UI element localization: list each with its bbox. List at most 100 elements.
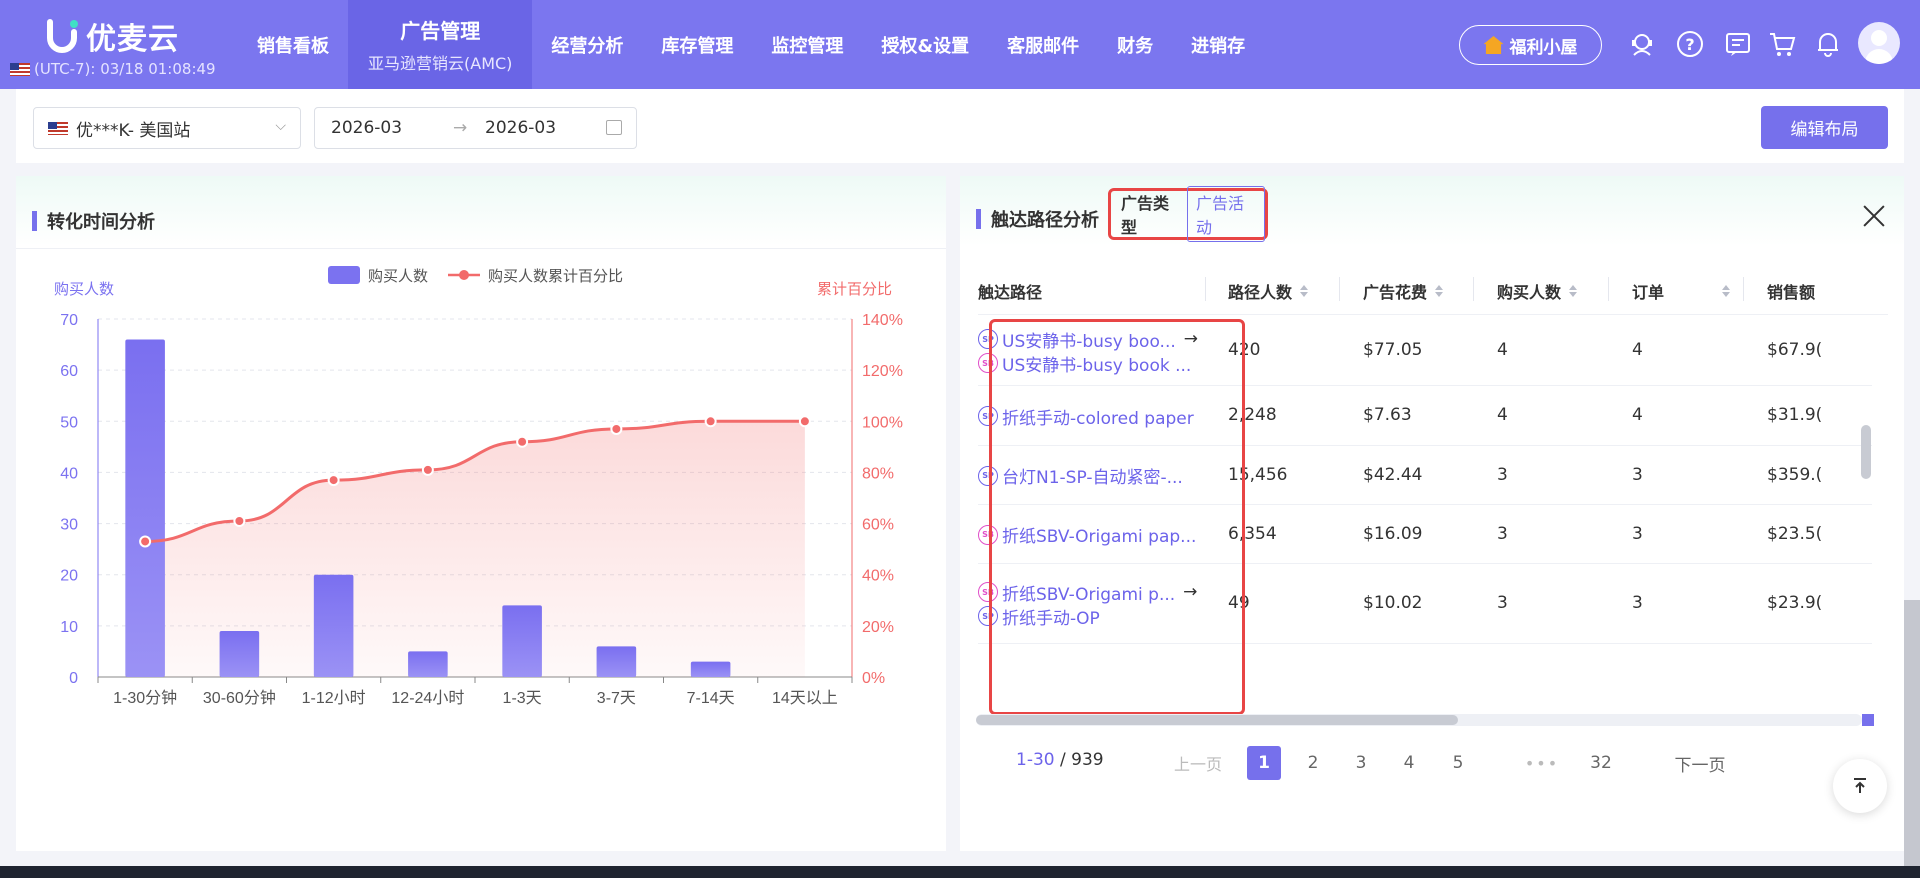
close-icon[interactable]: [1862, 204, 1886, 228]
y-tick-label: 10: [60, 619, 78, 636]
scroll-thumb[interactable]: [1861, 425, 1871, 479]
filter-bar: 优***K- 美国站 ⌵ 2026-03 → 2026-03 编辑布局: [16, 89, 1904, 163]
store-select[interactable]: 优***K- 美国站 ⌵: [33, 107, 301, 149]
prev-page-button[interactable]: 上一页: [1168, 746, 1228, 780]
nav-purchase-sales-stock[interactable]: 进销存: [1172, 0, 1264, 89]
page-scrollbar[interactable]: [1904, 600, 1920, 866]
toggle-ad-campaign[interactable]: 广告活动: [1187, 186, 1265, 242]
timezone-clock: (UTC-7): 03/18 01:08:49: [10, 60, 216, 78]
help-icon[interactable]: ?: [1676, 30, 1704, 58]
cell-buyers: 4: [1497, 340, 1508, 360]
nav-sales-dashboard[interactable]: 销售看板: [238, 0, 348, 89]
us-flag-icon: [48, 121, 68, 135]
cart-icon[interactable]: [1768, 30, 1796, 58]
cell-orders: 4: [1632, 405, 1643, 425]
nav-inventory[interactable]: 库存管理: [642, 0, 752, 89]
bar-6: [690, 661, 731, 677]
conversion-time-chart: 0 10 20 30 40 50 60 70 0% 20% 40% 60% 80% 100% 120% 140…: [54, 266, 903, 707]
y2-tick-label: 120%: [862, 363, 903, 380]
x-tick-label: 12-24小时: [391, 689, 464, 707]
message-icon[interactable]: [1724, 30, 1752, 58]
welfare-label: 福利小屋: [1509, 37, 1578, 58]
welfare-house-button[interactable]: 福利小屋: [1459, 25, 1602, 65]
nav-label: 经营分析: [551, 35, 624, 57]
brand-name: 优麦云: [86, 22, 179, 57]
x-tick-label: 1-30分钟: [113, 689, 177, 707]
toggle-ad-type[interactable]: 广告类型: [1121, 190, 1181, 238]
line-point-6: [704, 415, 717, 428]
y-tick-label: 40: [60, 465, 78, 482]
col-divider: [1339, 277, 1340, 301]
cell-sales: $31.9(: [1767, 405, 1823, 425]
back-to-top-button[interactable]: [1833, 759, 1887, 813]
cell-spend: $77.05: [1363, 340, 1423, 360]
sort-icon[interactable]: [1300, 285, 1309, 297]
horizontal-scrollbar[interactable]: [976, 714, 1862, 726]
col-divider: [1205, 277, 1206, 301]
x-tick-label: 7-14天: [687, 690, 735, 707]
sort-icon[interactable]: [1435, 285, 1444, 297]
nav-label: 库存管理: [661, 35, 734, 57]
scroll-thumb[interactable]: [976, 715, 1458, 725]
date-range-picker[interactable]: 2026-03 → 2026-03: [314, 107, 637, 149]
col-label: 订单: [1632, 283, 1665, 302]
cell-orders: 3: [1632, 464, 1643, 485]
page-4[interactable]: 4: [1392, 746, 1426, 780]
col-buyers[interactable]: 购买人数: [1497, 279, 1578, 303]
sort-icon[interactable]: [1569, 285, 1578, 297]
y2-tick-label: 20%: [862, 619, 894, 636]
nav-sublabel: 亚马逊营销云(AMC): [368, 54, 513, 73]
line-point-1: [233, 515, 246, 528]
title-accent-bar: [976, 209, 981, 229]
col-divider: [1608, 277, 1609, 301]
timezone-text: (UTC-7): 03/18 01:08:49: [34, 60, 216, 78]
bar-5: [596, 646, 637, 677]
edit-layout-button[interactable]: 编辑布局: [1761, 106, 1888, 149]
col-sales[interactable]: 销售额: [1767, 279, 1815, 303]
nav-ad-management[interactable]: 广告管理 亚马逊营销云(AMC): [348, 0, 533, 89]
dimension-toggle: 广告类型 广告活动: [1108, 186, 1268, 242]
col-path-people[interactable]: 路径人数: [1228, 279, 1309, 303]
sort-icon[interactable]: [1722, 285, 1731, 297]
main-nav: 销售看板 广告管理 亚马逊营销云(AMC) 经营分析 库存管理 监控管理 授权&…: [238, 0, 1264, 89]
cell-sales: $23.5(: [1767, 523, 1823, 544]
y2-tick-label: 0%: [862, 670, 885, 687]
cell-sales: $23.9(: [1767, 593, 1823, 613]
user-avatar[interactable]: [1858, 22, 1900, 64]
cell-orders: 3: [1632, 593, 1643, 613]
next-page-button[interactable]: 下一页: [1670, 746, 1730, 780]
nav-finance[interactable]: 财务: [1098, 0, 1172, 89]
x-tick-label: 1-12小时: [302, 689, 366, 707]
y2-tick-label: 80%: [862, 465, 894, 482]
page-2[interactable]: 2: [1296, 746, 1330, 780]
bell-icon[interactable]: [1814, 30, 1842, 58]
path-highlight-box: [989, 319, 1245, 715]
page-last[interactable]: 32: [1584, 746, 1618, 780]
us-flag-icon: [10, 62, 30, 76]
nav-monitoring[interactable]: 监控管理: [752, 0, 862, 89]
page-3[interactable]: 3: [1344, 746, 1378, 780]
nav-label: 客服邮件: [1007, 35, 1080, 57]
svg-text:?: ?: [1685, 35, 1694, 54]
col-orders[interactable]: 订单: [1632, 279, 1732, 303]
calendar-icon: [606, 120, 622, 135]
nav-customer-email[interactable]: 客服邮件: [988, 0, 1098, 89]
vertical-scrollbar[interactable]: [1861, 321, 1871, 721]
nav-label: 财务: [1117, 35, 1154, 57]
nav-auth-settings[interactable]: 授权&设置: [862, 0, 988, 89]
house-icon: [1483, 36, 1504, 54]
scroll-corner: [1862, 714, 1874, 726]
cell-buyers: 4: [1497, 405, 1508, 425]
customer-service-icon[interactable]: [1628, 30, 1656, 58]
page-ellipsis[interactable]: •••: [1522, 746, 1562, 780]
page-1[interactable]: 1: [1247, 746, 1281, 780]
nav-business-analysis[interactable]: 经营分析: [532, 0, 642, 89]
page-5[interactable]: 5: [1441, 746, 1475, 780]
y-tick-label: 20: [60, 568, 78, 585]
y2-axis-title: 累计百分比: [817, 281, 892, 298]
cell-spend: $42.44: [1363, 464, 1423, 485]
store-value: 优***K- 美国站: [76, 120, 191, 141]
bar-0: [125, 339, 165, 677]
brand-logo[interactable]: 优麦云: [46, 14, 179, 58]
col-ad-spend[interactable]: 广告花费: [1363, 279, 1444, 303]
